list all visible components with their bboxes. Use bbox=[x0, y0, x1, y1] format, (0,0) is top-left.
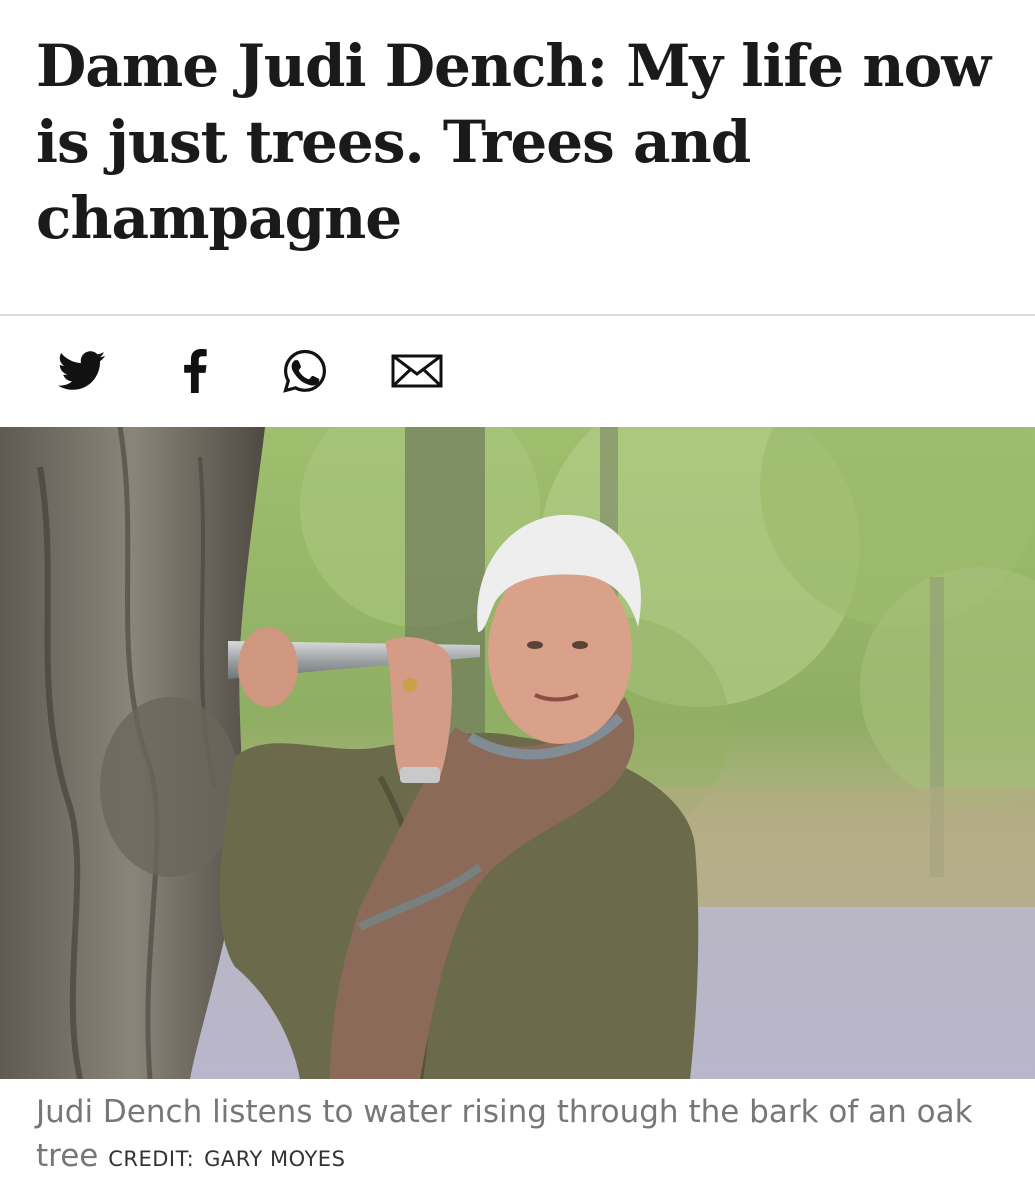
facebook-icon bbox=[184, 349, 207, 393]
email-icon bbox=[391, 354, 443, 388]
whatsapp-icon bbox=[283, 349, 327, 393]
photo-illustration bbox=[0, 427, 1035, 1079]
credit-label: CREDIT: bbox=[108, 1147, 195, 1171]
share-bar bbox=[0, 316, 1035, 426]
twitter-icon bbox=[58, 351, 106, 390]
photo-caption: Judi Dench listens to water rising throu… bbox=[36, 1090, 996, 1181]
twitter-share-button[interactable] bbox=[55, 344, 109, 398]
email-share-button[interactable] bbox=[390, 344, 444, 398]
article-page: Dame Judi Dench: My life now is just tre… bbox=[0, 0, 1035, 1200]
facebook-share-button[interactable] bbox=[168, 344, 222, 398]
whatsapp-share-button[interactable] bbox=[278, 344, 332, 398]
credit-name: GARY MOYES bbox=[204, 1147, 346, 1171]
article-photo bbox=[0, 427, 1035, 1079]
article-headline: Dame Judi Dench: My life now is just tre… bbox=[36, 32, 991, 252]
